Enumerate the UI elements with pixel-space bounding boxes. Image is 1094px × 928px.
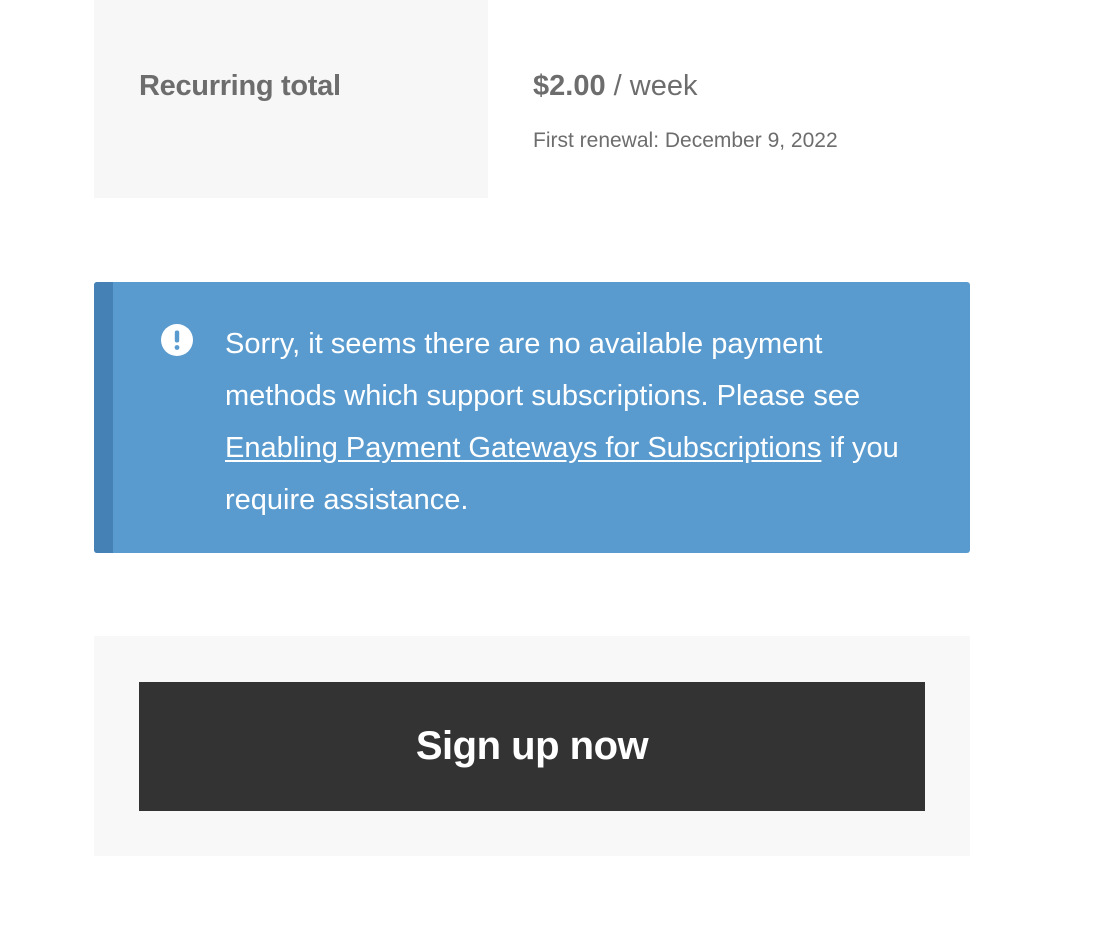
- place-order-section: Sign up now: [94, 636, 970, 856]
- payment-gateways-help-link[interactable]: Enabling Payment Gateways for Subscripti…: [225, 432, 821, 464]
- recurring-total-label: Recurring total: [139, 70, 341, 102]
- recurring-total-label-cell: Recurring total: [94, 0, 488, 198]
- recurring-total-value-cell: $2.00 / week First renewal: December 9, …: [488, 0, 970, 198]
- recurring-total-row: Recurring total $2.00 / week First renew…: [94, 0, 970, 198]
- recurring-price-period: / week: [605, 70, 698, 102]
- exclamation-circle-icon: [161, 324, 193, 356]
- notice-text-before: Sorry, it seems there are no available p…: [225, 328, 861, 412]
- notice-accent-bar: [94, 282, 113, 553]
- checkout-page: Recurring total $2.00 / week First renew…: [0, 0, 1094, 928]
- payment-notice: Sorry, it seems there are no available p…: [94, 282, 970, 553]
- first-renewal-date: First renewal: December 9, 2022: [533, 129, 838, 152]
- recurring-price-amount: $2.00: [533, 70, 606, 102]
- recurring-price: $2.00 / week: [533, 70, 697, 103]
- sign-up-now-button[interactable]: Sign up now: [139, 682, 925, 811]
- notice-message: Sorry, it seems there are no available p…: [225, 318, 925, 526]
